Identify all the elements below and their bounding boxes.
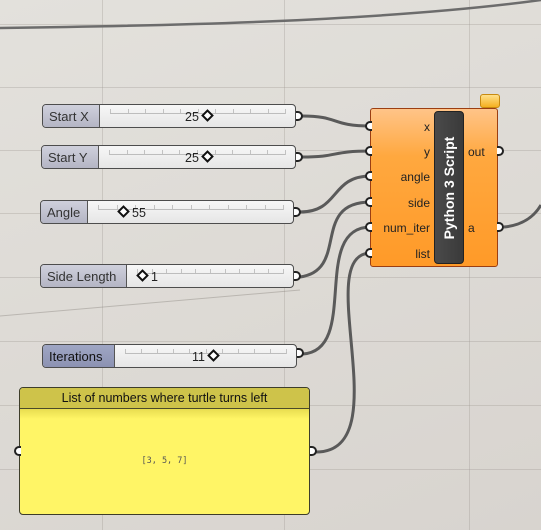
- slider-handle-icon[interactable]: [136, 269, 149, 282]
- input-param-y[interactable]: y: [424, 145, 430, 159]
- input-grip[interactable]: [365, 121, 372, 131]
- slider-handle-icon[interactable]: [201, 150, 214, 163]
- slider-track[interactable]: 25: [99, 146, 295, 168]
- slider-tick: [285, 150, 286, 155]
- input-param-angle[interactable]: angle: [401, 170, 430, 184]
- message-balloon-icon[interactable]: [480, 94, 500, 112]
- slider-value[interactable]: 1: [136, 269, 158, 284]
- slider-handle-icon[interactable]: [207, 349, 220, 362]
- slider-start-y[interactable]: Start Y 25: [41, 145, 296, 169]
- slider-track[interactable]: 1: [127, 265, 293, 287]
- slider-value[interactable]: 25: [185, 109, 216, 124]
- panel[interactable]: List of numbers where turtle turns left …: [19, 387, 310, 515]
- wire-a-output: [503, 204, 541, 229]
- panel-title: List of numbers where turtle turns left: [20, 388, 309, 409]
- wire-offscreen: [0, 0, 541, 30]
- slider-tick: [286, 349, 287, 354]
- output-param-a[interactable]: a: [468, 221, 475, 235]
- wire-panel-list: [315, 251, 372, 454]
- panel-content[interactable]: [3, 5, 7]: [20, 456, 309, 466]
- input-param-x[interactable]: x: [424, 120, 430, 134]
- wire-side-side: [299, 200, 372, 279]
- slider-tick: [285, 109, 286, 114]
- input-grip[interactable]: [365, 197, 372, 207]
- python-script-component[interactable]: x y angle side num_iter list Python 3 Sc…: [370, 108, 498, 267]
- slider-value-text: 25: [185, 110, 199, 124]
- wire-angle-angle: [299, 174, 372, 214]
- slider-tick: [283, 269, 284, 274]
- slider-track[interactable]: 55: [88, 201, 293, 223]
- slider-label: Angle: [41, 201, 88, 223]
- slider-value-text: 25: [185, 151, 199, 165]
- slider-side-length[interactable]: Side Length 1: [40, 264, 294, 288]
- slider-handle-icon[interactable]: [117, 205, 130, 218]
- input-grip[interactable]: [365, 146, 372, 156]
- input-param-list[interactable]: list: [415, 247, 430, 261]
- input-grip[interactable]: [365, 248, 372, 258]
- wire-starty-y: [301, 149, 372, 159]
- panel-title-shadow: [20, 409, 309, 419]
- slider-track[interactable]: 11: [115, 345, 296, 367]
- slider-label: Start Y: [42, 146, 99, 168]
- slider-angle[interactable]: Angle 55: [40, 200, 294, 224]
- slider-iterations[interactable]: Iterations 11: [42, 344, 297, 368]
- slider-value[interactable]: 55: [117, 205, 146, 220]
- slider-label: Start X: [43, 105, 100, 127]
- component-name: Python 3 Script: [441, 136, 457, 239]
- slider-track[interactable]: 25: [100, 105, 295, 127]
- slider-label: Iterations: [43, 345, 115, 367]
- background-line: [0, 289, 301, 317]
- input-param-side[interactable]: side: [408, 196, 430, 210]
- slider-handle-icon[interactable]: [201, 109, 214, 122]
- grasshopper-canvas[interactable]: Start X 25 Start Y 25 Angle 55 Side Leng…: [0, 0, 541, 530]
- input-param-num-iter[interactable]: num_iter: [383, 221, 430, 235]
- slider-value-text: 55: [132, 206, 146, 220]
- output-param-out[interactable]: out: [468, 145, 485, 159]
- input-grip[interactable]: [365, 222, 372, 232]
- slider-rail: [137, 273, 283, 274]
- slider-value[interactable]: 25: [185, 150, 216, 165]
- slider-value-text: 11: [192, 350, 205, 364]
- component-name-bar[interactable]: Python 3 Script: [434, 111, 464, 264]
- wire-startx-x: [301, 114, 372, 128]
- slider-tick: [283, 205, 284, 210]
- slider-label: Side Length: [41, 265, 127, 287]
- slider-value[interactable]: 11: [192, 349, 222, 364]
- slider-start-x[interactable]: Start X 25: [42, 104, 296, 128]
- wire-iterations-num-iter: [302, 225, 372, 356]
- input-grip[interactable]: [14, 446, 21, 456]
- slider-value-text: 1: [151, 270, 158, 284]
- input-grip[interactable]: [365, 171, 372, 181]
